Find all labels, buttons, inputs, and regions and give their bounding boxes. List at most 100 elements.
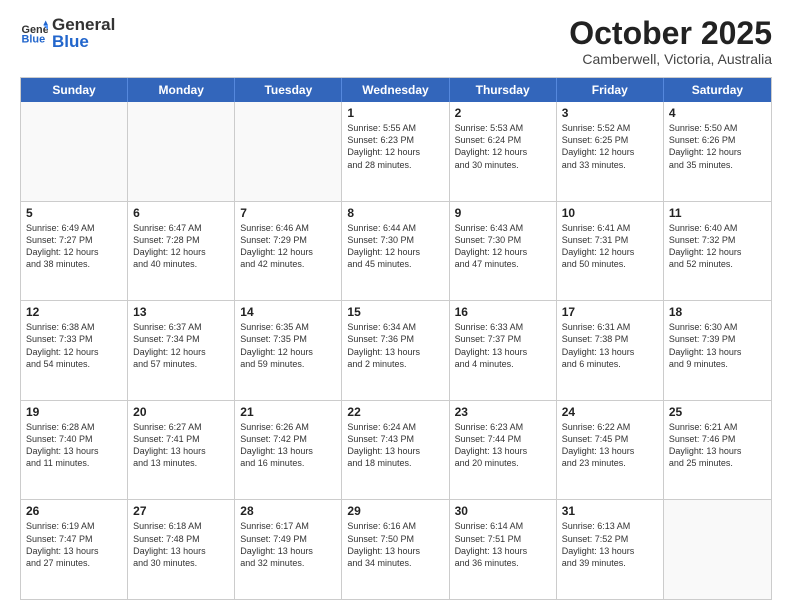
day-cell-1: 1Sunrise: 5:55 AM Sunset: 6:23 PM Daylig… [342, 102, 449, 201]
day-number: 17 [562, 305, 658, 319]
day-info: Sunrise: 6:40 AM Sunset: 7:32 PM Dayligh… [669, 222, 766, 271]
day-number: 13 [133, 305, 229, 319]
day-cell-21: 21 Sunrise: 6:26 AM Sunset: 7:42 PM Dayli… [235, 401, 342, 500]
day-number: 19 [26, 405, 122, 419]
header: General Blue General Blue October 2025 C… [20, 16, 772, 67]
empty-cell-0-2 [235, 102, 342, 201]
day-info: Sunrise: 6:33 AM Sunset: 7:37 PM Dayligh… [455, 321, 551, 370]
day-cell-17: 17 Sunrise: 6:31 AM Sunset: 7:38 PM Dayli… [557, 301, 664, 400]
day-info: Sunrise: 6:34 AM Sunset: 7:36 PM Dayligh… [347, 321, 443, 370]
day-info: Sunrise: 5:50 AM Sunset: 6:26 PM Dayligh… [669, 122, 766, 171]
day-cell-7: 7 Sunrise: 6:46 AM Sunset: 7:29 PM Daylig… [235, 202, 342, 301]
weekday-header-saturday: Saturday [664, 78, 771, 102]
day-cell-10: 10Sunrise: 6:41 AM Sunset: 7:31 PM Dayli… [557, 202, 664, 301]
calendar-row-5: 26 Sunrise: 6:19 AM Sunset: 7:47 PM Dayli… [21, 499, 771, 599]
calendar-row-1: 1Sunrise: 5:55 AM Sunset: 6:23 PM Daylig… [21, 102, 771, 201]
day-number: 23 [455, 405, 551, 419]
day-cell-14: 14 Sunrise: 6:35 AM Sunset: 7:35 PM Dayli… [235, 301, 342, 400]
calendar: SundayMondayTuesdayWednesdayThursdayFrid… [20, 77, 772, 600]
day-info: Sunrise: 6:47 AM Sunset: 7:28 PM Dayligh… [133, 222, 229, 271]
title-block: October 2025 Camberwell, Victoria, Austr… [569, 16, 772, 67]
day-info: Sunrise: 6:23 AM Sunset: 7:44 PM Dayligh… [455, 421, 551, 470]
day-cell-30: 30 Sunrise: 6:14 AM Sunset: 7:51 PM Dayli… [450, 500, 557, 599]
day-cell-5: 5Sunrise: 6:49 AM Sunset: 7:27 PM Daylig… [21, 202, 128, 301]
day-cell-26: 26 Sunrise: 6:19 AM Sunset: 7:47 PM Dayli… [21, 500, 128, 599]
day-info: Sunrise: 6:46 AM Sunset: 7:29 PM Dayligh… [240, 222, 336, 271]
day-number: 7 [240, 206, 336, 220]
day-number: 9 [455, 206, 551, 220]
logo-icon: General Blue [20, 19, 48, 47]
day-info: Sunrise: 6:35 AM Sunset: 7:35 PM Dayligh… [240, 321, 336, 370]
day-info: Sunrise: 6:37 AM Sunset: 7:34 PM Dayligh… [133, 321, 229, 370]
day-number: 31 [562, 504, 658, 518]
day-cell-6: 6 Sunrise: 6:47 AM Sunset: 7:28 PM Daylig… [128, 202, 235, 301]
day-number: 26 [26, 504, 122, 518]
day-info: Sunrise: 6:44 AM Sunset: 7:30 PM Dayligh… [347, 222, 443, 271]
day-number: 12 [26, 305, 122, 319]
day-cell-28: 28 Sunrise: 6:17 AM Sunset: 7:49 PM Dayli… [235, 500, 342, 599]
weekday-header-thursday: Thursday [450, 78, 557, 102]
logo: General Blue General Blue [20, 16, 115, 50]
day-number: 14 [240, 305, 336, 319]
logo-blue-text: Blue [52, 33, 115, 50]
calendar-body: 1Sunrise: 5:55 AM Sunset: 6:23 PM Daylig… [21, 102, 771, 599]
day-info: Sunrise: 6:21 AM Sunset: 7:46 PM Dayligh… [669, 421, 766, 470]
day-info: Sunrise: 5:55 AM Sunset: 6:23 PM Dayligh… [347, 122, 443, 171]
day-cell-19: 19 Sunrise: 6:28 AM Sunset: 7:40 PM Dayli… [21, 401, 128, 500]
day-cell-27: 27Sunrise: 6:18 AM Sunset: 7:48 PM Dayli… [128, 500, 235, 599]
day-number: 5 [26, 206, 122, 220]
day-info: Sunrise: 6:27 AM Sunset: 7:41 PM Dayligh… [133, 421, 229, 470]
day-cell-16: 16 Sunrise: 6:33 AM Sunset: 7:37 PM Dayli… [450, 301, 557, 400]
month-title: October 2025 [569, 16, 772, 51]
day-info: Sunrise: 6:19 AM Sunset: 7:47 PM Dayligh… [26, 520, 122, 569]
day-info: Sunrise: 6:26 AM Sunset: 7:42 PM Dayligh… [240, 421, 336, 470]
svg-text:Blue: Blue [22, 33, 46, 45]
day-info: Sunrise: 6:14 AM Sunset: 7:51 PM Dayligh… [455, 520, 551, 569]
day-cell-11: 11 Sunrise: 6:40 AM Sunset: 7:32 PM Dayli… [664, 202, 771, 301]
day-cell-23: 23 Sunrise: 6:23 AM Sunset: 7:44 PM Dayli… [450, 401, 557, 500]
day-info: Sunrise: 6:18 AM Sunset: 7:48 PM Dayligh… [133, 520, 229, 569]
empty-cell-4-6 [664, 500, 771, 599]
day-cell-29: 29Sunrise: 6:16 AM Sunset: 7:50 PM Dayli… [342, 500, 449, 599]
page: General Blue General Blue October 2025 C… [0, 0, 792, 612]
day-cell-18: 18Sunrise: 6:30 AM Sunset: 7:39 PM Dayli… [664, 301, 771, 400]
day-number: 18 [669, 305, 766, 319]
day-info: Sunrise: 6:22 AM Sunset: 7:45 PM Dayligh… [562, 421, 658, 470]
day-number: 24 [562, 405, 658, 419]
day-cell-9: 9Sunrise: 6:43 AM Sunset: 7:30 PM Daylig… [450, 202, 557, 301]
day-info: Sunrise: 6:31 AM Sunset: 7:38 PM Dayligh… [562, 321, 658, 370]
day-info: Sunrise: 5:53 AM Sunset: 6:24 PM Dayligh… [455, 122, 551, 171]
day-number: 22 [347, 405, 443, 419]
day-number: 21 [240, 405, 336, 419]
day-number: 28 [240, 504, 336, 518]
empty-cell-0-0 [21, 102, 128, 201]
empty-cell-0-1 [128, 102, 235, 201]
day-info: Sunrise: 6:17 AM Sunset: 7:49 PM Dayligh… [240, 520, 336, 569]
day-info: Sunrise: 5:52 AM Sunset: 6:25 PM Dayligh… [562, 122, 658, 171]
day-cell-31: 31 Sunrise: 6:13 AM Sunset: 7:52 PM Dayli… [557, 500, 664, 599]
day-cell-24: 24 Sunrise: 6:22 AM Sunset: 7:45 PM Dayli… [557, 401, 664, 500]
day-info: Sunrise: 6:16 AM Sunset: 7:50 PM Dayligh… [347, 520, 443, 569]
weekday-header-wednesday: Wednesday [342, 78, 449, 102]
day-cell-15: 15Sunrise: 6:34 AM Sunset: 7:36 PM Dayli… [342, 301, 449, 400]
day-number: 16 [455, 305, 551, 319]
day-number: 4 [669, 106, 766, 120]
day-number: 20 [133, 405, 229, 419]
day-info: Sunrise: 6:28 AM Sunset: 7:40 PM Dayligh… [26, 421, 122, 470]
day-cell-13: 13 Sunrise: 6:37 AM Sunset: 7:34 PM Dayli… [128, 301, 235, 400]
day-info: Sunrise: 6:41 AM Sunset: 7:31 PM Dayligh… [562, 222, 658, 271]
day-info: Sunrise: 6:13 AM Sunset: 7:52 PM Dayligh… [562, 520, 658, 569]
day-number: 2 [455, 106, 551, 120]
day-number: 3 [562, 106, 658, 120]
location-title: Camberwell, Victoria, Australia [569, 51, 772, 67]
day-cell-8: 8Sunrise: 6:44 AM Sunset: 7:30 PM Daylig… [342, 202, 449, 301]
day-cell-2: 2 Sunrise: 5:53 AM Sunset: 6:24 PM Daylig… [450, 102, 557, 201]
day-cell-20: 20 Sunrise: 6:27 AM Sunset: 7:41 PM Dayli… [128, 401, 235, 500]
day-cell-12: 12Sunrise: 6:38 AM Sunset: 7:33 PM Dayli… [21, 301, 128, 400]
weekday-header-monday: Monday [128, 78, 235, 102]
calendar-header: SundayMondayTuesdayWednesdayThursdayFrid… [21, 78, 771, 102]
day-number: 6 [133, 206, 229, 220]
day-cell-25: 25Sunrise: 6:21 AM Sunset: 7:46 PM Dayli… [664, 401, 771, 500]
day-number: 30 [455, 504, 551, 518]
day-number: 11 [669, 206, 766, 220]
